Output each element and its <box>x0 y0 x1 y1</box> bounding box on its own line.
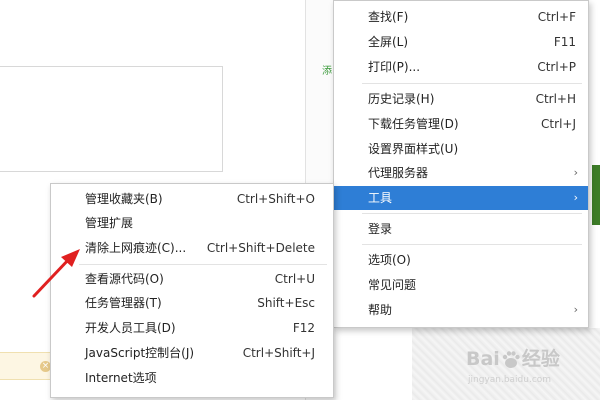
menu-item-history[interactable]: 历史记录(H) Ctrl+H <box>334 87 588 111</box>
menu-item-label: 常见问题 <box>368 278 417 292</box>
menu-item-label: 管理收藏夹(B) <box>85 192 163 206</box>
menu-item-shortcut: Ctrl+Shift+J <box>242 346 315 360</box>
chevron-right-icon: › <box>573 191 578 204</box>
menu-item-downloads[interactable]: 下载任务管理(D) Ctrl+J <box>334 112 588 136</box>
menu-item-faq[interactable]: 常见问题 <box>334 273 588 297</box>
watermark-url: jingyan.baidu.com <box>468 375 552 385</box>
submenu-item-developer-tools[interactable]: 开发人员工具(D) F12 <box>51 316 333 340</box>
menu-item-shortcut: Ctrl+H <box>535 92 576 106</box>
submenu-item-js-console[interactable]: JavaScript控制台(J) Ctrl+Shift+J <box>51 341 333 365</box>
notice-bar: × <box>0 352 53 380</box>
tools-submenu: 管理收藏夹(B) Ctrl+Shift+O 管理扩展 清除上网痕迹(C)... … <box>50 183 334 398</box>
menu-item-shortcut: Ctrl+Shift+Delete <box>206 241 315 255</box>
watermark-brand: Bai <box>466 348 500 370</box>
menu-item-label: 下载任务管理(D) <box>368 117 459 131</box>
submenu-item-view-source[interactable]: 查看源代码(O) Ctrl+U <box>51 267 333 291</box>
watermark-logo: Bai 经验 <box>466 344 560 371</box>
menu-item-label: 历史记录(H) <box>368 92 435 106</box>
watermark-suffix: 经验 <box>521 348 560 370</box>
submenu-item-task-manager[interactable]: 任务管理器(T) Shift+Esc <box>51 291 333 315</box>
submenu-item-clear-browsing-data[interactable]: 清除上网痕迹(C)... Ctrl+Shift+Delete <box>51 236 333 260</box>
menu-item-shortcut: Ctrl+F <box>537 10 576 24</box>
menu-item-shortcut: Ctrl+P <box>537 60 576 74</box>
menu-item-shortcut: Ctrl+Shift+O <box>236 192 315 206</box>
menu-item-login[interactable]: 登录 <box>334 217 588 241</box>
paw-icon <box>502 350 520 368</box>
menu-item-label: 任务管理器(T) <box>85 296 162 310</box>
menu-item-label: 管理扩展 <box>85 216 134 230</box>
menu-item-shortcut: F11 <box>553 35 576 49</box>
menu-item-label: 代理服务器 <box>368 166 429 180</box>
menu-item-label: 查看源代码(O) <box>85 272 164 286</box>
menu-item-print[interactable]: 打印(P)... Ctrl+P <box>334 55 588 79</box>
menu-separator <box>362 83 582 84</box>
menu-item-label: 帮助 <box>368 303 393 317</box>
submenu-item-internet-options[interactable]: Internet选项 <box>51 366 333 390</box>
menu-item-interface-style[interactable]: 设置界面样式(U) <box>334 137 588 161</box>
menu-separator <box>362 244 582 245</box>
browser-main-menu: 查找(F) Ctrl+F 全屏(L) F11 打印(P)... Ctrl+P 历… <box>333 0 589 328</box>
menu-item-label: 查找(F) <box>368 10 409 24</box>
menu-item-label: 选项(O) <box>368 253 411 267</box>
menu-item-label: Internet选项 <box>85 371 157 385</box>
menu-item-proxy[interactable]: 代理服务器 › <box>334 161 588 185</box>
menu-item-tools[interactable]: 工具 › <box>334 186 588 210</box>
menu-separator <box>362 213 582 214</box>
menu-item-label: JavaScript控制台(J) <box>85 346 195 360</box>
menu-item-shortcut: Shift+Esc <box>257 296 315 310</box>
chevron-right-icon: › <box>573 166 578 179</box>
submenu-item-manage-favorites[interactable]: 管理收藏夹(B) Ctrl+Shift+O <box>51 187 333 211</box>
menu-item-label: 工具 <box>368 191 393 205</box>
menu-item-label: 开发人员工具(D) <box>85 321 176 335</box>
chevron-right-icon: › <box>573 303 578 316</box>
menu-item-shortcut: Ctrl+U <box>274 272 315 286</box>
menu-separator <box>79 264 327 265</box>
menu-item-label: 登录 <box>368 222 393 236</box>
menu-item-shortcut: Ctrl+J <box>541 117 576 131</box>
menu-item-label: 打印(P)... <box>368 60 421 74</box>
menu-item-find[interactable]: 查找(F) Ctrl+F <box>334 5 588 29</box>
submenu-item-manage-extensions[interactable]: 管理扩展 <box>51 211 333 235</box>
menu-item-help[interactable]: 帮助 › <box>334 298 588 322</box>
green-side-bar <box>592 165 600 225</box>
menu-item-fullscreen[interactable]: 全屏(L) F11 <box>334 30 588 54</box>
menu-item-options[interactable]: 选项(O) <box>334 248 588 272</box>
menu-item-label: 全屏(L) <box>368 35 409 49</box>
menu-item-label: 清除上网痕迹(C)... <box>85 241 187 255</box>
menu-item-label: 设置界面样式(U) <box>368 142 459 156</box>
content-panel <box>0 66 223 172</box>
menu-item-shortcut: F12 <box>292 321 315 335</box>
